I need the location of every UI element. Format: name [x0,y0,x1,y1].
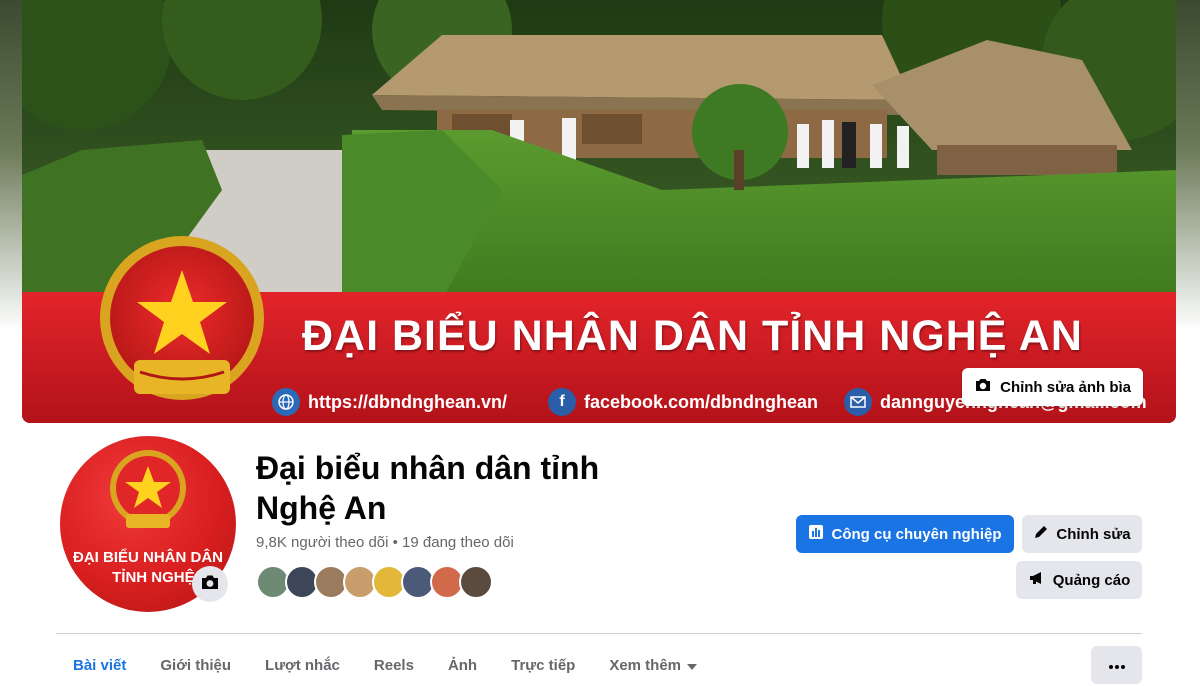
page-title: Đại biểu nhân dân tỉnh Nghệ An [256,450,600,526]
professional-tools-label: Công cụ chuyên nghiệp [831,525,1002,543]
megaphone-icon [1028,570,1046,590]
tab-label: Trực tiếp [511,656,576,674]
edit-page-label: Chỉnh sửa [1056,525,1131,543]
tab-photos[interactable]: Ảnh [431,645,494,685]
tab-live[interactable]: Trực tiếp [494,645,592,685]
contact-facebook: f facebook.com/dbndnghean [548,388,818,416]
pencil-icon [1033,524,1049,544]
contact-website: https://dbndnghean.vn/ [272,388,507,416]
more-dots-icon [1108,656,1125,674]
avatar-text-line1: ĐẠI BIỂU NHÂN DÂN [73,549,223,566]
cover-photo[interactable]: ĐẠI BIỂU NHÂN DÂN TỈNH NGHỆ AN https://d… [22,0,1176,423]
caret-down-icon [687,657,698,674]
contact-website-text: https://dbndnghean.vn/ [308,391,507,412]
tab-more[interactable]: Xem thêm [592,645,714,685]
edit-page-button[interactable]: Chỉnh sửa [1022,515,1142,553]
globe-icon [272,388,300,416]
edit-cover-photo-button[interactable]: Chỉnh sửa ảnh bìa [962,368,1143,406]
facebook-icon: f [548,388,576,416]
dashboard-icon [808,524,824,544]
camera-icon [200,573,220,596]
tab-label: Reels [373,656,414,674]
tab-posts[interactable]: Bài viết [56,645,143,685]
contact-facebook-text: facebook.com/dbndnghean [584,391,819,412]
tab-mentions[interactable]: Lượt nhắc [248,645,357,685]
camera-icon [974,377,992,397]
tab-label: Giới thiệu [160,656,232,674]
follower-avatar[interactable] [459,565,493,599]
tab-reels[interactable]: Reels [357,645,431,685]
advertise-label: Quảng cáo [1052,571,1131,589]
mail-icon [844,388,872,416]
profile-divider [56,633,1142,634]
follower-avatar-stack[interactable] [256,565,493,599]
tab-label: Xem thêm [609,656,682,674]
tab-about[interactable]: Giới thiệu [143,645,248,685]
professional-tools-button[interactable]: Công cụ chuyên nghiệp [796,515,1014,553]
follower-stats[interactable]: 9,8K người theo dõi • 19 đang theo dõi [256,534,514,551]
avatar-camera-button[interactable] [192,566,228,602]
advertise-button[interactable]: Quảng cáo [1016,561,1142,599]
tab-label: Ảnh [447,656,478,674]
profile-tab-bar: Bài viết Giới thiệu Lượt nhắc Reels Ảnh … [56,645,714,685]
cover-banner-title: ĐẠI BIỂU NHÂN DÂN TỈNH NGHỆ AN [302,312,1083,360]
edit-cover-photo-label: Chỉnh sửa ảnh bìa [1000,378,1131,396]
more-options-button[interactable] [1091,646,1142,684]
tab-label: Lượt nhắc [265,656,340,674]
tab-label: Bài viết [73,656,127,674]
